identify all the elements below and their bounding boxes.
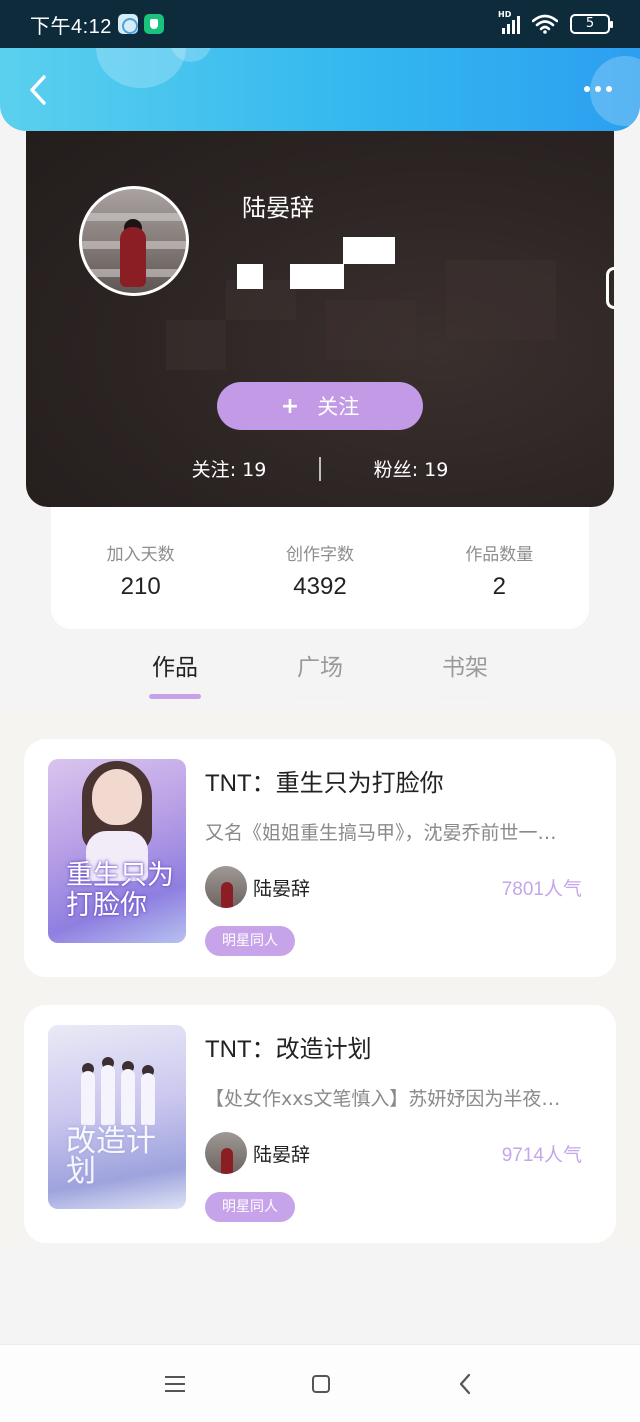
redacted-block bbox=[290, 264, 344, 289]
wifi-icon bbox=[532, 14, 558, 34]
more-dots-icon bbox=[584, 86, 590, 92]
security-app-icon bbox=[143, 14, 164, 34]
popularity-count: 7801人气 bbox=[501, 879, 582, 900]
tab-label: 书架 bbox=[442, 655, 488, 681]
home-square-icon bbox=[312, 1375, 330, 1393]
redacted-block bbox=[343, 237, 395, 264]
signal-icon: HD bbox=[498, 10, 520, 34]
genre-tag[interactable]: 明星同人 bbox=[205, 1192, 295, 1222]
profile-card: 陆晏辞 + 关注 关注: 19 粉丝: 19 bbox=[26, 110, 614, 507]
tab-square[interactable]: 广场 bbox=[280, 648, 360, 699]
author-avatar[interactable] bbox=[205, 866, 247, 908]
stat-works-count: 作品数量 2 bbox=[410, 540, 589, 629]
battery-icon: 5 bbox=[570, 14, 613, 34]
author-avatar[interactable] bbox=[205, 1132, 247, 1174]
tab-indicator bbox=[439, 694, 491, 699]
tab-label: 广场 bbox=[297, 655, 343, 681]
work-card[interactable]: 重生只为打脸你 TNT：重生只为打脸你 又名《姐姐重生搞马甲》，沈晏乔前世一… … bbox=[24, 739, 616, 977]
plus-icon: + bbox=[280, 393, 300, 419]
follow-button[interactable]: + 关注 bbox=[217, 382, 423, 430]
menu-icon bbox=[165, 1376, 185, 1378]
following-count: 19 bbox=[242, 459, 267, 481]
back-chevron-icon bbox=[459, 1373, 471, 1395]
book-title[interactable]: TNT：改造计划 bbox=[205, 1029, 372, 1064]
status-bar: 下午4:12 HD 5 bbox=[0, 0, 640, 48]
app-notification-icon bbox=[117, 14, 138, 34]
tab-indicator bbox=[149, 694, 201, 699]
cover-title-art: 重生只为打脸你 bbox=[66, 860, 174, 921]
tab-label: 作品 bbox=[152, 655, 198, 681]
battery-level: 5 bbox=[585, 16, 595, 31]
app-header bbox=[0, 48, 640, 131]
network-type-label: HD bbox=[498, 10, 512, 19]
works-list: 重生只为打脸你 TNT：重生只为打脸你 又名《姐姐重生搞马甲》，沈晏乔前世一… … bbox=[0, 711, 640, 1246]
system-back-button[interactable] bbox=[450, 1371, 480, 1397]
book-description: 【处女作xxs文笔慎入】苏妍妤因为半夜… bbox=[205, 1088, 561, 1110]
stat-value: 4392 bbox=[293, 573, 347, 600]
stat-label: 作品数量 bbox=[465, 545, 534, 565]
tab-indicator bbox=[294, 694, 346, 699]
book-cover[interactable]: 改造计划 bbox=[48, 1025, 186, 1209]
tab-works[interactable]: 作品 bbox=[135, 648, 215, 699]
tab-bookshelf[interactable]: 书架 bbox=[425, 648, 505, 699]
back-button[interactable] bbox=[18, 68, 58, 112]
more-options-button[interactable] bbox=[578, 74, 618, 104]
book-description: 又名《姐姐重生搞马甲》，沈晏乔前世一… bbox=[205, 822, 557, 844]
follow-button-label: 关注 bbox=[317, 395, 360, 419]
stat-word-count: 创作字数 4392 bbox=[230, 540, 409, 629]
stat-label: 加入天数 bbox=[106, 545, 175, 565]
genre-tag[interactable]: 明星同人 bbox=[205, 926, 295, 956]
follow-stats: 关注: 19 粉丝: 19 bbox=[26, 455, 614, 482]
fans-count: 19 bbox=[424, 459, 449, 481]
chevron-left-icon bbox=[30, 75, 46, 105]
author-name[interactable]: 陆晏辞 bbox=[253, 1140, 310, 1167]
author-name[interactable]: 陆晏辞 bbox=[253, 874, 310, 901]
profile-username: 陆晏辞 bbox=[242, 194, 314, 222]
status-time: 下午4:12 bbox=[30, 15, 112, 38]
fans-stat[interactable]: 粉丝: 19 bbox=[341, 455, 481, 482]
following-label: 关注 bbox=[191, 459, 230, 481]
profile-tabs: 作品 广场 书架 bbox=[0, 640, 640, 710]
stat-join-days: 加入天数 210 bbox=[51, 540, 230, 629]
cover-title-art: 改造计划 bbox=[66, 1124, 156, 1189]
popularity-count: 9714人气 bbox=[501, 1145, 582, 1166]
following-stat[interactable]: 关注: 19 bbox=[159, 455, 299, 482]
stat-value: 2 bbox=[492, 573, 506, 600]
home-button[interactable] bbox=[306, 1371, 336, 1397]
system-nav-bar bbox=[0, 1344, 640, 1422]
work-card[interactable]: 改造计划 TNT：改造计划 【处女作xxs文笔慎入】苏妍妤因为半夜… 陆晏辞 9… bbox=[24, 1005, 616, 1243]
recent-apps-button[interactable] bbox=[160, 1371, 190, 1397]
stat-divider bbox=[319, 456, 321, 481]
redacted-block bbox=[237, 264, 263, 289]
book-title[interactable]: TNT：重生只为打脸你 bbox=[205, 763, 444, 798]
book-cover[interactable]: 重生只为打脸你 bbox=[48, 759, 186, 943]
stat-value: 210 bbox=[120, 573, 161, 600]
profile-avatar[interactable] bbox=[79, 186, 189, 296]
stat-label: 创作字数 bbox=[285, 545, 354, 565]
side-edge-mark bbox=[606, 267, 614, 309]
fans-label: 粉丝 bbox=[373, 459, 412, 481]
